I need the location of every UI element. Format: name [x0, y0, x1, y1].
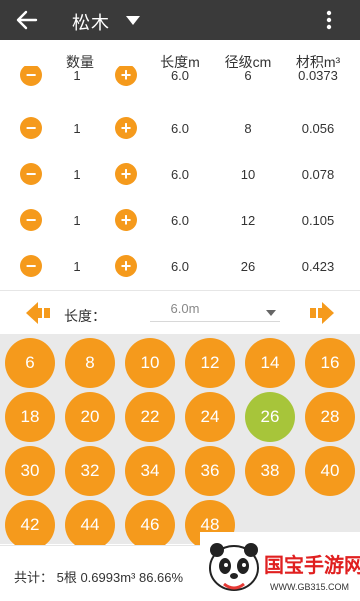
count-value: 1: [73, 259, 81, 274]
decrement-button[interactable]: −: [20, 117, 42, 139]
diameter-button[interactable]: 8: [65, 338, 115, 388]
diameter-button[interactable]: 10: [125, 338, 175, 388]
table-row: − 1 + 6.0 12 0.105: [0, 197, 360, 243]
chevron-down-icon[interactable]: [124, 12, 142, 28]
diameter-button[interactable]: 18: [5, 392, 55, 442]
diameter-button[interactable]: 42: [5, 500, 55, 550]
diameter-button[interactable]: 46: [125, 500, 175, 550]
diameter-value: 6: [244, 68, 252, 83]
diameter-button[interactable]: 34: [125, 446, 175, 496]
count-value: 1: [73, 213, 81, 228]
diameter-grid: 6 8 10 12 14 16 18 20 22 24 26 28 30 32 …: [0, 334, 360, 550]
diameter-button[interactable]: 30: [5, 446, 55, 496]
increment-button[interactable]: +: [115, 163, 137, 185]
volume-value: 0.078: [301, 167, 335, 182]
length-value: 6.0: [170, 213, 190, 228]
dropdown-underline: [150, 321, 280, 322]
diameter-value: 12: [240, 213, 256, 228]
diameter-value: 26: [240, 259, 256, 274]
caret-down-icon[interactable]: [266, 309, 276, 317]
diameter-button[interactable]: 14: [245, 338, 295, 388]
back-arrow-icon[interactable]: [14, 8, 40, 32]
volume-value: 0.0373: [298, 68, 338, 83]
summary-text: 共计： 5根 0.6993m³ 86.66%: [14, 570, 184, 585]
decrement-button[interactable]: −: [20, 209, 42, 231]
increment-button[interactable]: +: [115, 209, 137, 231]
diameter-button[interactable]: 16: [305, 338, 355, 388]
log-list: − 1 + 6.0 6 0.0373 − 1 + 6.0 8 0.056 − 1…: [0, 66, 360, 290]
app-bar: 松木: [0, 0, 360, 40]
length-value: 6.0: [170, 68, 190, 83]
increment-button[interactable]: +: [115, 255, 137, 277]
length-label: 长度：: [64, 308, 106, 324]
length-dropdown[interactable]: 6.0m: [150, 301, 220, 316]
table-row: − 1 + 6.0 6 0.0373: [0, 66, 360, 106]
volume-value: 0.105: [301, 213, 335, 228]
length-value: 6.0: [170, 121, 190, 136]
diameter-button[interactable]: 24: [185, 392, 235, 442]
length-value: 6.0: [170, 167, 190, 182]
diameter-button[interactable]: 36: [185, 446, 235, 496]
watermark-title: 国宝手游网: [264, 553, 360, 577]
length-value: 6.0: [170, 259, 190, 274]
volume-value: 0.423: [301, 259, 335, 274]
table-row: − 1 + 6.0 10 0.078: [0, 151, 360, 197]
watermark-url: WWW.GB315.COM: [270, 582, 349, 592]
app-title: 松木: [72, 13, 110, 33]
diameter-value: 10: [240, 167, 256, 182]
diameter-value: 8: [244, 121, 252, 136]
more-vert-icon[interactable]: [318, 8, 340, 32]
diameter-button[interactable]: 38: [245, 446, 295, 496]
increment-button[interactable]: +: [115, 66, 137, 86]
table-row: − 1 + 6.0 26 0.423: [0, 243, 360, 289]
arrow-left-icon[interactable]: [24, 300, 52, 326]
arrow-right-icon[interactable]: [308, 300, 336, 326]
diameter-button[interactable]: 12: [185, 338, 235, 388]
decrement-button[interactable]: −: [20, 66, 42, 86]
diameter-button[interactable]: 28: [305, 392, 355, 442]
count-value: 1: [73, 121, 81, 136]
diameter-button[interactable]: 44: [65, 500, 115, 550]
increment-button[interactable]: +: [115, 117, 137, 139]
table-row: − 1 + 6.0 8 0.056: [0, 105, 360, 151]
diameter-button[interactable]: 6: [5, 338, 55, 388]
count-value: 1: [73, 68, 81, 83]
decrement-button[interactable]: −: [20, 255, 42, 277]
diameter-button[interactable]: 40: [305, 446, 355, 496]
count-value: 1: [73, 167, 81, 182]
diameter-button-selected[interactable]: 26: [245, 392, 295, 442]
diameter-button[interactable]: 20: [65, 392, 115, 442]
volume-value: 0.056: [301, 121, 335, 136]
watermark-logo: 国宝手游网 WWW.GB315.COM: [200, 532, 360, 600]
diameter-button[interactable]: 22: [125, 392, 175, 442]
diameter-button[interactable]: 32: [65, 446, 115, 496]
decrement-button[interactable]: −: [20, 163, 42, 185]
length-selector: 长度： 6.0m: [0, 290, 360, 335]
